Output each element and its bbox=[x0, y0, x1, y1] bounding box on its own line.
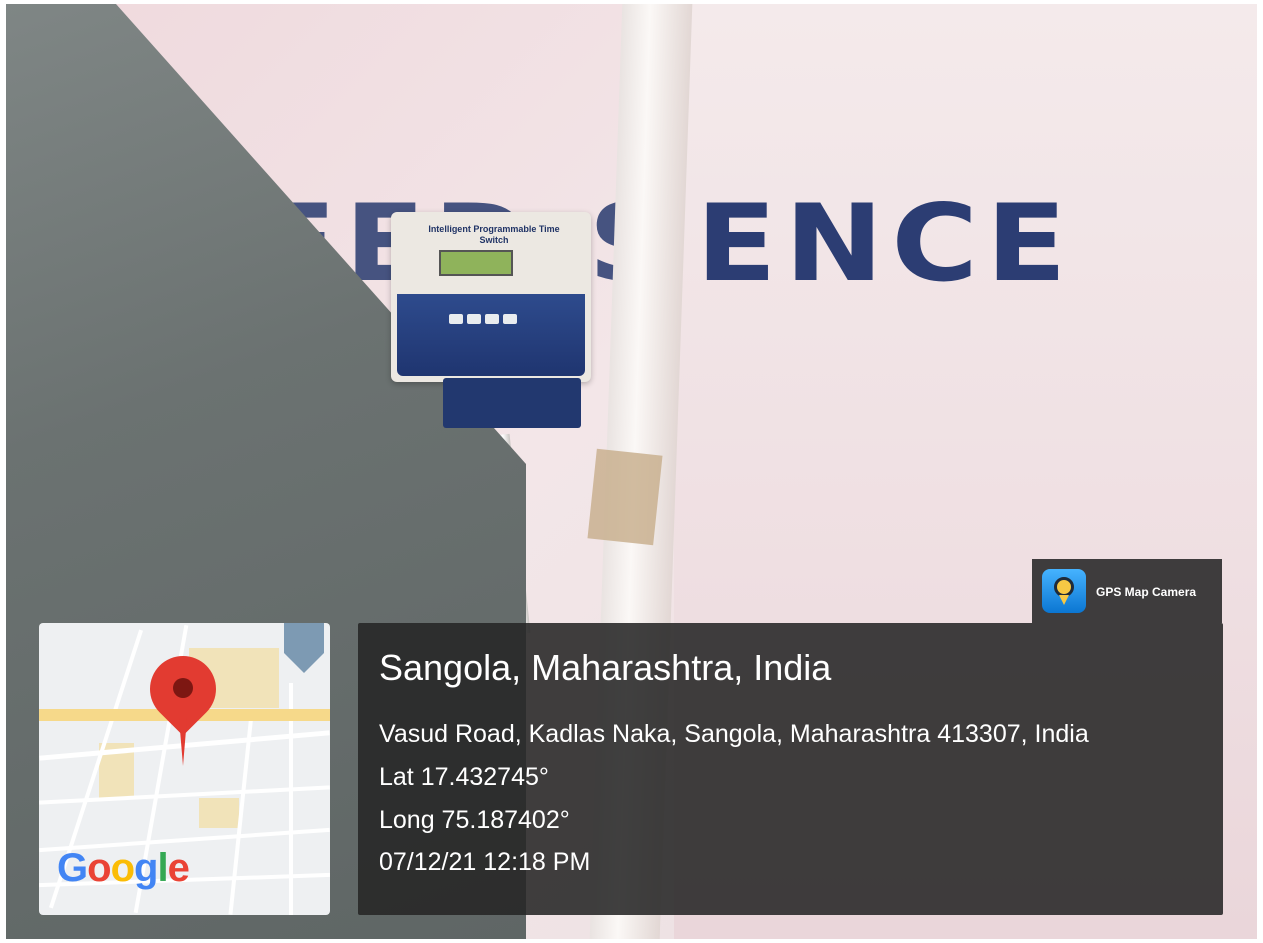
datetime-text: 07/12/21 12:18 PM bbox=[379, 848, 591, 876]
device-key bbox=[449, 314, 463, 324]
device-terminal-block bbox=[443, 378, 581, 428]
device-control-panel bbox=[397, 294, 585, 376]
google-logo: Google bbox=[57, 846, 190, 890]
wall-lettering-right: ENCE bbox=[696, 180, 1075, 306]
device-key bbox=[503, 314, 517, 324]
device-lcd-screen bbox=[439, 250, 513, 276]
location-title: Sangola, Maharashtra, India bbox=[379, 647, 832, 688]
time-switch-device: Intelligent Programmable Time Switch bbox=[391, 212, 591, 382]
map-poi-icon bbox=[284, 623, 324, 673]
latitude-text: Lat 17.432745° bbox=[379, 763, 549, 791]
longitude-text: Long 75.187402° bbox=[379, 806, 570, 834]
location-info-panel: Sangola, Maharashtra, India Vasud Road, … bbox=[358, 623, 1223, 915]
location-address: Vasud Road, Kadlas Naka, Sangola, Mahara… bbox=[379, 720, 1089, 748]
gps-map-camera-icon bbox=[1042, 569, 1086, 613]
device-label: Intelligent Programmable Time Switch bbox=[428, 224, 560, 245]
gps-map-camera-badge: GPS Map Camera bbox=[1032, 559, 1222, 623]
badge-label: GPS Map Camera bbox=[1096, 585, 1197, 599]
map-thumbnail: Google bbox=[39, 623, 330, 915]
device-key bbox=[485, 314, 499, 324]
tape-patch bbox=[587, 448, 663, 546]
device-key bbox=[467, 314, 481, 324]
